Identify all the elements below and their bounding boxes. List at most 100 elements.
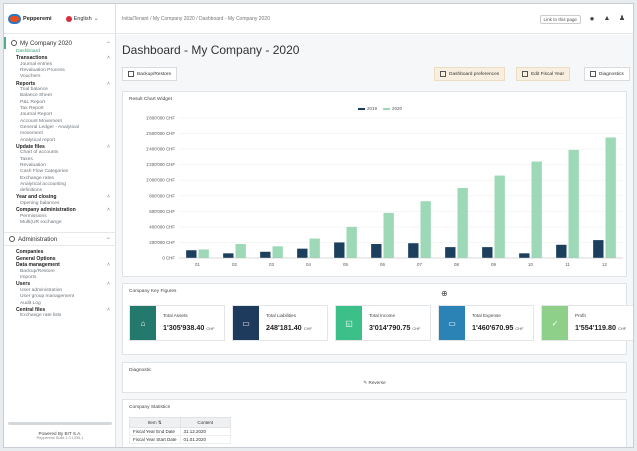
build-info: Pepperemi Build 1.0.1335.1 (36, 436, 84, 440)
y-tick-label: 1'400'000 CHF (146, 147, 175, 152)
column-header-content[interactable]: Content (179, 417, 232, 428)
table-cell: Fiscal Year Start Date (129, 435, 181, 444)
bar-2020-09 (494, 175, 505, 258)
sidebar-footer: Powered By BIT S.A. Pepperemi Build 1.0.… (4, 425, 116, 447)
x-tick-label: 12 (602, 262, 607, 267)
general-ledger-line1: General Ledger - Analytical (20, 124, 79, 130)
chevron-down-icon: ⌄ (93, 16, 99, 22)
key-figures-title: Company Key Figures (129, 289, 177, 294)
key-figure-card[interactable]: ⌂ Total Assets 1'305'938.40 CHF (129, 305, 225, 341)
caret-up-icon: ˄ (107, 281, 110, 288)
y-tick-label: 600'000 CHF (149, 209, 175, 214)
y-tick-label: 1'800'000 CHF (146, 116, 175, 121)
bar-2020-10 (531, 161, 542, 258)
key-figure-unit: CHF (206, 326, 215, 331)
bar-2019-10 (519, 253, 530, 258)
key-figure-amount: 1'554'119.80 (575, 323, 616, 332)
table-row[interactable]: Fiscal Year Start Date 01.01.2020 (129, 435, 232, 444)
key-figure-amount: 1'460'670.95 (472, 323, 514, 332)
breadcrumb[interactable]: InitialTenant / My Company 2020 / Dashbo… (122, 16, 270, 22)
analytical-accounting-line2: definitions (20, 188, 43, 194)
user-icon[interactable]: ♟ (618, 15, 626, 23)
x-tick-label: 01 (195, 262, 200, 267)
y-tick-label: 800'000 CHF (149, 193, 175, 198)
bar-2020-03 (272, 246, 283, 258)
bar-2020-08 (457, 188, 468, 258)
dashboard-preferences-button[interactable]: Dashboard preferences (434, 67, 506, 81)
bar-2019-03 (260, 251, 271, 258)
app-logo[interactable]: Pepperemi (8, 13, 52, 24)
result-chart-title: Result Chart Widget (129, 97, 172, 102)
document-icon (128, 71, 134, 77)
reverse-label: Reverse (368, 380, 386, 385)
diagnostics-label: Diagnostics (599, 71, 624, 77)
company-statistics-panel: Company Statistics Item ⇅ Content Fiscal… (122, 399, 627, 447)
flag-icon (65, 15, 72, 22)
key-figure-value: 248'181.40 CHF (266, 323, 312, 332)
x-tick-label: 03 (269, 262, 274, 267)
link-to-page-button[interactable]: Link to this page (539, 15, 581, 24)
administration-label: Administration (18, 235, 58, 243)
y-tick-label: 400'000 CHF (149, 224, 175, 229)
key-figure-card[interactable]: ✓ Profit 1'554'119.80 CHF (541, 305, 633, 341)
administration-section-header[interactable]: Administration − (4, 232, 115, 247)
info-icon[interactable]: ● (588, 15, 596, 23)
caret-up-icon: ˄ (107, 80, 110, 87)
y-tick-label: 1'200'000 CHF (146, 162, 175, 167)
legend-swatch-2020 (383, 107, 391, 110)
page-title: Dashboard - My Company - 2020 (122, 43, 300, 57)
legend-item-2020[interactable]: 2020 (383, 106, 402, 111)
language-selector[interactable]: English ⌄ (65, 15, 99, 22)
top-bar: InitialTenant / My Company 2020 / Dashbo… (116, 4, 633, 34)
bar-2019-04 (297, 248, 308, 258)
key-figure-value: 1'305'938.40 CHF (163, 323, 215, 332)
sidebar-item-exchange-rate-lists[interactable]: Exchange rate lists (20, 313, 115, 319)
key-figure-card[interactable]: ▭ Total Liabilities 248'181.40 CHF (232, 305, 328, 341)
analytical-accounting-line1: Analytical accounting (20, 181, 66, 187)
key-figure-label: Total Assets (163, 313, 188, 318)
legend-swatch-2019 (358, 107, 365, 110)
key-figure-unit: CHF (618, 326, 627, 331)
key-figure-unit: CHF (515, 326, 524, 331)
sidebar-item-general-ledger[interactable]: General Ledger - Analytical movement (20, 125, 115, 138)
key-figure-card[interactable]: ◱ Total Income 3'014'790.75 CHF (335, 305, 431, 341)
edit-fiscal-year-label: Edit Fiscal Year (531, 71, 565, 77)
column-header-label: Item (147, 419, 157, 425)
table-header-row: Item ⇅ Content (129, 417, 232, 428)
bar-2019-07 (408, 243, 419, 258)
diagnostics-title: Diagnostic (129, 368, 152, 373)
sidebar-group-label: Users (16, 281, 31, 288)
diagnostics-icon (590, 71, 596, 77)
x-tick-label: 09 (491, 262, 496, 267)
app-logo-text: Pepperemi (23, 15, 52, 22)
administration-menu: Companies General Options Data managemen… (4, 249, 115, 319)
backup-restore-button[interactable]: Backup/Restore (122, 67, 178, 81)
key-figure-value: 1'460'670.95 CHF (472, 323, 524, 332)
key-figure-card[interactable]: ▭ Total Expense 1'460'670.95 CHF (438, 305, 534, 341)
sort-icon: ⇅ (157, 419, 162, 425)
y-tick-label: 1'600'000 CHF (146, 131, 175, 136)
bar-2020-04 (309, 238, 320, 258)
table-row[interactable]: Fiscal Year End Date 31.12.2020 (129, 427, 232, 436)
bell-icon[interactable]: ▲ (603, 15, 611, 23)
x-tick-label: 10 (528, 262, 533, 267)
bar-2020-01 (198, 249, 209, 258)
y-tick-label: 200'000 CHF (149, 240, 175, 245)
key-figure-icon: ▭ (233, 306, 259, 340)
drag-handle-icon[interactable]: ⊕ (441, 289, 448, 298)
reverse-link[interactable]: ✎ Reverse (123, 380, 626, 386)
diagnostics-button[interactable]: Diagnostics (584, 67, 630, 81)
diagnostics-panel: Diagnostic ✎ Reverse (122, 362, 627, 393)
statistics-title: Company Statistics (129, 405, 171, 410)
column-header-item[interactable]: Item ⇅ (129, 417, 181, 428)
sidebar-item-analytical-accounting[interactable]: Analytical accounting definitions (20, 182, 115, 195)
x-tick-label: 07 (417, 262, 422, 267)
bar-2020-02 (235, 244, 246, 258)
x-tick-label: 02 (232, 262, 237, 267)
table-cell: 31.12.2020 (179, 427, 232, 436)
bar-2019-06 (371, 244, 382, 258)
edit-fiscal-year-button[interactable]: Edit Fiscal Year (516, 67, 571, 81)
legend-item-2019[interactable]: 2019 (358, 106, 377, 111)
sidebar-item-multi-exchange[interactable]: Multi(UR exchange (20, 220, 115, 226)
company-section-header[interactable]: My Company 2020 − (4, 37, 115, 49)
